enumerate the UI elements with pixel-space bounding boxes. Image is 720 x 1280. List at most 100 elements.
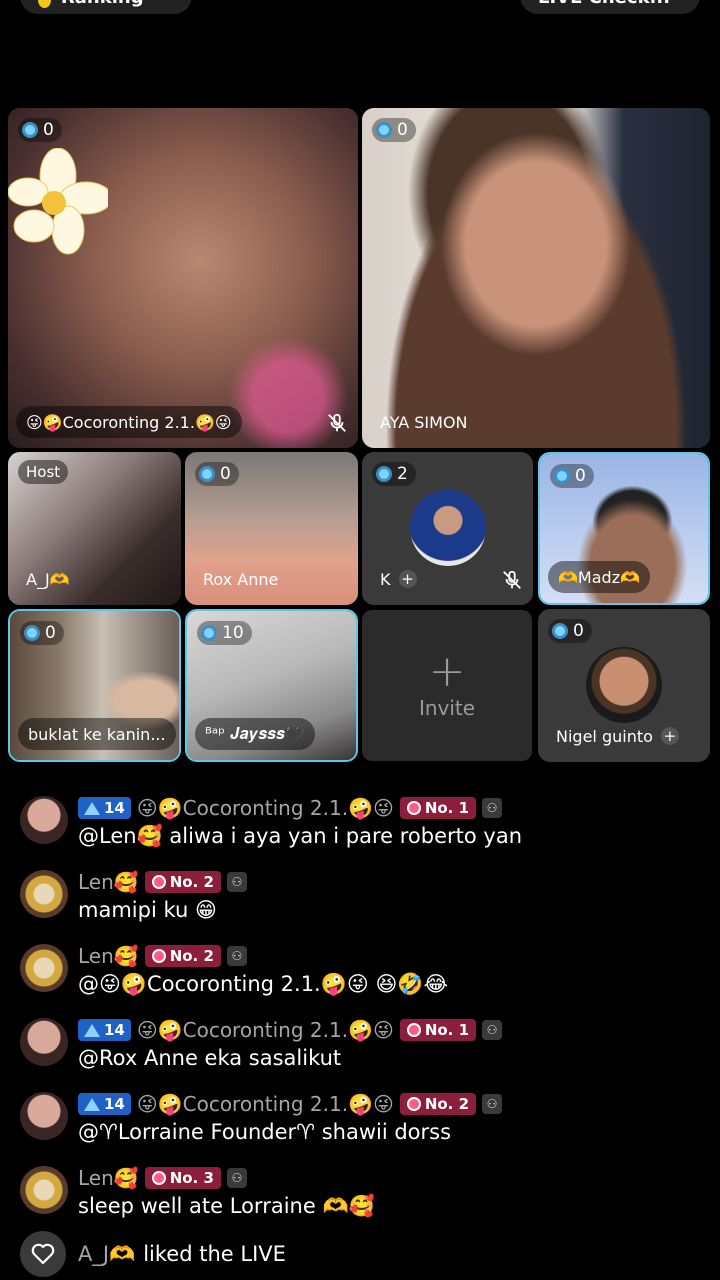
gem-icon xyxy=(376,466,392,482)
guest-name: 🫶Madz🫶 xyxy=(548,561,651,593)
host-name: A_J🫶 xyxy=(26,569,70,589)
chat-message[interactable]: 14 😜🤪Cocoronting 2.1.🤪😜 No. 2 ⚇ @♈Lorrai… xyxy=(20,1086,710,1156)
viewer-count-badge: 0 xyxy=(550,464,594,488)
guest-tile-rox-anne[interactable]: 0 Rox Anne xyxy=(185,452,358,605)
viewer-count-badge: 2 xyxy=(372,462,416,486)
user-avatar[interactable] xyxy=(20,1166,68,1214)
guest-name: buklat ke kanin... xyxy=(18,718,176,750)
username[interactable]: 😜🤪Cocoronting 2.1.🤪😜 xyxy=(137,796,394,820)
group-icon: ⚇ xyxy=(226,946,247,966)
guest-tile-cocoronting[interactable]: 0 😜🤪Cocoronting 2.1.🤪😜 xyxy=(8,108,358,448)
invite-label: Invite xyxy=(418,695,476,720)
gem-icon xyxy=(199,466,215,482)
ranking-icon xyxy=(38,0,51,8)
group-icon: ⚇ xyxy=(226,1168,247,1188)
viewer-count-badge: 0 xyxy=(20,621,64,645)
guest-name-label: K xyxy=(380,569,391,589)
guest-tile-nigel[interactable]: 0 Nigel guinto + xyxy=(538,609,710,762)
level-badge: 14 xyxy=(78,1019,131,1041)
guest-tile-buklat[interactable]: 0 buklat ke kanin... xyxy=(8,609,181,762)
chat-message[interactable]: Len🥰 No. 2 ⚇ @😜🤪Cocoronting 2.1.🤪😜 😆🤣😂 xyxy=(20,938,710,1008)
level-icon xyxy=(84,1097,100,1111)
count-value: 10 xyxy=(222,623,244,643)
gem-icon xyxy=(201,625,217,641)
rank-badge: No. 2 xyxy=(399,1093,477,1115)
viewer-count-badge: 0 xyxy=(548,619,592,643)
liked-action: liked the LIVE xyxy=(143,1242,286,1266)
user-avatar[interactable] xyxy=(20,796,68,844)
guest-name: Rox Anne xyxy=(203,569,279,589)
viewer-count-badge: 10 xyxy=(197,621,252,645)
host-badge: Host xyxy=(18,460,69,484)
follow-plus-icon[interactable]: + xyxy=(398,570,417,588)
guest-name: Nigel guinto + xyxy=(546,720,689,752)
guest-tile-jaysss[interactable]: 10 ᴮᵃᵖ 𝑱𝒂𝒚𝒔𝒔𝒔🖤 xyxy=(185,609,358,762)
message-header: 14 😜🤪Cocoronting 2.1.🤪😜 No. 1 ⚇ xyxy=(78,794,503,822)
group-icon: ⚇ xyxy=(482,1020,503,1040)
chat-message[interactable]: 14 😜🤪Cocoronting 2.1.🤪😜 No. 1 ⚇ @Rox Ann… xyxy=(20,1012,710,1082)
rank-badge: No. 1 xyxy=(399,1019,477,1041)
message-header: Len🥰 No. 2 ⚇ xyxy=(78,868,247,896)
message-header: 14 😜🤪Cocoronting 2.1.🤪😜 No. 1 ⚇ xyxy=(78,1016,503,1044)
guest-name: AYA SIMON xyxy=(380,412,468,432)
heart-icon[interactable] xyxy=(20,1231,66,1277)
rank-icon xyxy=(151,949,166,963)
message-text: @♈Lorraine Founder♈ shawii dorss xyxy=(78,1120,452,1144)
chat-message[interactable]: Len🥰 No. 2 ⚇ mamipi ku 😁 xyxy=(20,864,710,934)
rank-badge: No. 2 xyxy=(144,945,221,967)
user-avatar[interactable] xyxy=(20,870,68,918)
guest-tile-madz[interactable]: 0 🫶Madz🫶 xyxy=(538,452,710,605)
liked-username[interactable]: A_J🫶 xyxy=(78,1242,135,1267)
live-check-pill[interactable]: LIVE Check... xyxy=(520,0,700,14)
follow-plus-icon[interactable]: + xyxy=(660,727,679,745)
group-icon: ⚇ xyxy=(226,872,247,892)
user-avatar[interactable] xyxy=(20,1018,68,1066)
chat-message[interactable]: Len🥰 No. 3 ⚇ sleep well ate Lorraine 🫶🥰 xyxy=(20,1160,710,1230)
host-tile-aj[interactable]: Host A_J🫶 xyxy=(8,452,181,605)
message-text: @Rox Anne eka sasalikut xyxy=(78,1046,342,1070)
count-value: 0 xyxy=(397,120,408,140)
username[interactable]: Len🥰 xyxy=(78,870,139,894)
rank-value: No. 1 xyxy=(424,799,470,817)
invite-button[interactable]: + Invite xyxy=(362,610,532,761)
rank-value: No. 2 xyxy=(424,1095,470,1113)
rank-icon xyxy=(151,1171,166,1185)
guest-tile-aya-simon[interactable]: 0 AYA SIMON xyxy=(362,108,710,448)
guest-tile-k[interactable]: 2 K + xyxy=(362,452,533,605)
guest-name: K + xyxy=(370,563,427,595)
viewer-count-badge: 0 xyxy=(195,462,239,486)
daily-ranking-pill[interactable]: Daily Ranking xyxy=(20,0,192,14)
message-header: Len🥰 No. 2 ⚇ xyxy=(78,942,247,970)
gem-icon xyxy=(554,468,570,484)
user-avatar[interactable] xyxy=(20,1092,68,1140)
username[interactable]: Len🥰 xyxy=(78,944,139,968)
daily-ranking-label: Daily Ranking xyxy=(61,0,174,8)
message-text: @Len🥰 aliwa i aya yan i pare roberto yan xyxy=(78,824,523,848)
username[interactable]: Len🥰 xyxy=(78,1166,139,1190)
mic-muted-icon xyxy=(503,570,521,589)
gem-icon xyxy=(552,623,568,639)
guest-name-label: Nigel guinto xyxy=(556,726,653,746)
username[interactable]: 😜🤪Cocoronting 2.1.🤪😜 xyxy=(137,1092,394,1116)
chat-message[interactable]: 14 😜🤪Cocoronting 2.1.🤪😜 No. 1 ⚇ @Len🥰 al… xyxy=(20,790,710,860)
count-value: 2 xyxy=(397,464,408,484)
message-text: sleep well ate Lorraine 🫶🥰 xyxy=(78,1194,375,1218)
level-value: 14 xyxy=(104,1021,125,1039)
username[interactable]: 😜🤪Cocoronting 2.1.🤪😜 xyxy=(137,1018,394,1042)
user-avatar[interactable] xyxy=(20,944,68,992)
guest-name: 😜🤪Cocoronting 2.1.🤪😜 xyxy=(16,406,242,438)
gem-icon xyxy=(24,625,40,641)
rank-badge: No. 3 xyxy=(144,1167,221,1189)
rank-value: No. 1 xyxy=(424,1021,470,1039)
message-text: mamipi ku 😁 xyxy=(78,898,217,922)
level-value: 14 xyxy=(104,1095,125,1113)
level-value: 14 xyxy=(104,799,125,817)
level-badge: 14 xyxy=(78,797,131,819)
group-icon: ⚇ xyxy=(482,1094,503,1114)
rank-icon xyxy=(406,1097,421,1111)
gem-icon xyxy=(22,122,38,138)
rank-value: No. 2 xyxy=(169,873,214,891)
level-icon xyxy=(84,1023,100,1037)
count-value: 0 xyxy=(43,120,54,140)
group-icon: ⚇ xyxy=(482,798,503,818)
